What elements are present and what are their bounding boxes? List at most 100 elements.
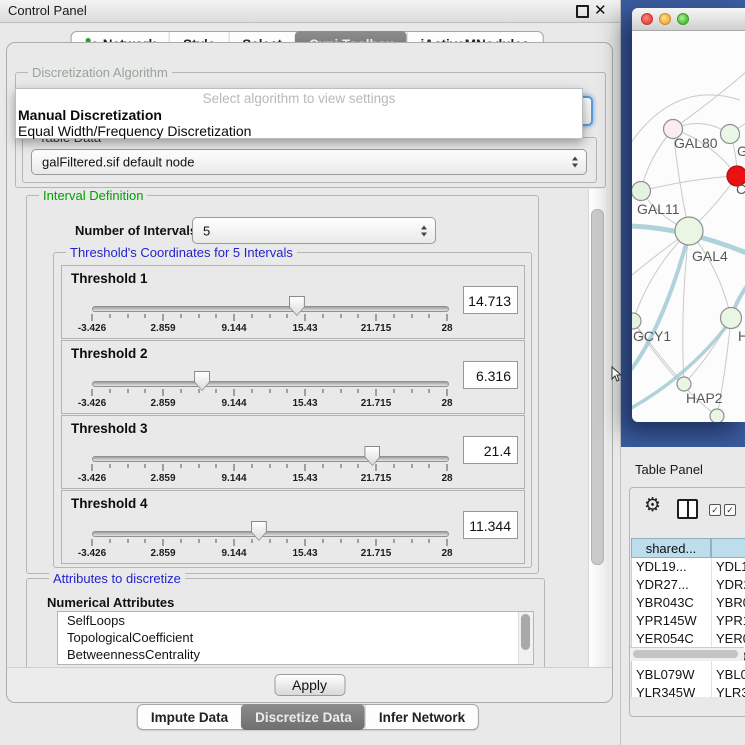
table-panel-box: ⚙ ✓ ✓ shared... n YDL19...YDL1YDR27...YD… (629, 487, 745, 717)
node-gcy1[interactable] (632, 313, 641, 329)
cyni-toolbox-panel: Discretization Algorithm Table Data galF… (6, 42, 613, 703)
tick-mark (163, 464, 164, 471)
algorithm-prompt-item[interactable]: Select algorithm to view settings (16, 91, 582, 106)
tick-label: 9.144 (221, 473, 246, 484)
slider-thumb[interactable] (364, 446, 380, 466)
slider-ticks (92, 314, 447, 322)
tick-label: -3.426 (78, 473, 106, 484)
table-row[interactable]: YLR345WYLR3 (632, 684, 745, 697)
node-label-gcy1: GCY1 (633, 328, 671, 344)
cell-name: YDL1 (716, 559, 745, 574)
slider-thumb[interactable] (251, 521, 267, 541)
tick-mark (234, 464, 235, 471)
table-row[interactable]: YDL19...YDL1 (632, 558, 745, 576)
zoom-traffic-light-icon[interactable] (677, 13, 689, 25)
gear-icon[interactable]: ⚙ (644, 494, 661, 517)
table-scrollbar-thumb[interactable] (633, 650, 738, 658)
cell-name: YER0 (716, 631, 745, 646)
interval-definition-group: Interval Definition Number of Intervals … (26, 195, 539, 574)
tick-label: 2.859 (150, 473, 175, 484)
threshold-value-field[interactable]: 6.316 (463, 361, 518, 389)
list-scrollbar[interactable] (518, 612, 533, 664)
node-g[interactable] (721, 125, 740, 144)
table-row[interactable]: YER054C YER0 (632, 630, 745, 648)
table-panel-section: Table Panel ⚙ ✓ ✓ shared... n YDL19...YD… (621, 447, 745, 745)
tick-mark (393, 539, 394, 543)
tick-label: 28 (441, 548, 452, 559)
node-h[interactable] (721, 308, 742, 329)
settings-scrollbar-thumb[interactable] (591, 209, 604, 565)
tab-infer-network[interactable]: Infer Network (365, 705, 478, 729)
tick-label: -3.426 (78, 398, 106, 409)
column-header-name[interactable]: n (711, 538, 745, 558)
list-item[interactable]: BetweennessCentrality (58, 646, 533, 663)
cell-shared-name: YPR145W (636, 613, 697, 628)
node-gal11[interactable] (632, 182, 651, 201)
settings-vertical-scrollbar[interactable] (588, 189, 606, 667)
tick-mark (411, 539, 412, 543)
tick-mark (411, 389, 412, 393)
cell-name: YBR0 (716, 595, 745, 610)
checkbox-icon[interactable]: ✓ (709, 504, 721, 516)
node-label-c: C (736, 181, 745, 197)
threshold-value-field[interactable]: 14.713 (463, 286, 518, 314)
table-row[interactable]: YBL079WYBL0 (632, 666, 745, 684)
tab-discretize-data[interactable]: Discretize Data (241, 704, 365, 730)
list-item[interactable]: SelfLoops (58, 612, 533, 629)
number-of-intervals-combo[interactable]: 5 (192, 217, 436, 244)
tick-mark (127, 464, 128, 468)
table-body: YDL19...YDL1YDR27...YDR2YBR043CYBR0YPR14… (631, 558, 745, 697)
tick-label: 2.859 (150, 323, 175, 334)
table-horizontal-scrollbar[interactable] (630, 647, 744, 661)
tick-mark (216, 389, 217, 393)
tick-mark (109, 389, 110, 393)
checkbox-icon[interactable]: ✓ (724, 504, 736, 516)
tab-impute-data[interactable]: Impute Data (138, 705, 241, 729)
tick-mark (127, 314, 128, 318)
column-header-shared-name[interactable]: shared... (631, 538, 711, 558)
tick-mark (322, 314, 323, 318)
list-item[interactable]: TopologicalCoefficient (58, 629, 533, 646)
threshold-value-field[interactable]: 11.344 (463, 511, 518, 539)
threshold-value-field[interactable]: 21.4 (463, 436, 518, 464)
column-layout-icon[interactable] (677, 499, 698, 519)
threshold-label: Threshold 2 (71, 346, 148, 361)
mouse-cursor (611, 366, 623, 382)
slider-tick-labels: -3.4262.8599.14415.4321.71528 (92, 323, 447, 335)
minimize-traffic-light-icon[interactable] (659, 13, 671, 25)
tick-mark (447, 389, 448, 396)
list-scrollbar-thumb[interactable] (521, 614, 530, 650)
node-partial[interactable] (710, 409, 724, 422)
tick-label: 21.715 (361, 473, 392, 484)
numerical-attributes-list[interactable]: SelfLoopsTopologicalCoefficientBetweenne… (57, 611, 534, 665)
table-row[interactable]: YBR043CYBR0 (632, 594, 745, 612)
table-data-combo[interactable]: galFiltered.sif default node (31, 149, 587, 175)
slider-thumb[interactable] (289, 296, 305, 316)
algorithm-item-manual[interactable]: Manual Discretization (18, 107, 580, 123)
cell-shared-name: YER054C (636, 631, 694, 646)
apply-button[interactable]: Apply (274, 674, 345, 696)
table-data-combo-value: galFiltered.sif default node (42, 155, 194, 170)
close-traffic-light-icon[interactable] (641, 13, 653, 25)
close-icon[interactable]: ✕ (594, 1, 607, 19)
tick-mark (198, 389, 199, 393)
node-gal4[interactable] (675, 217, 703, 245)
table-row[interactable]: YDR27...YDR2 (632, 576, 745, 594)
float-window-icon[interactable] (576, 5, 589, 18)
network-canvas[interactable]: GAL80GCGAL11GAL4GCY1HHAP2 (632, 30, 745, 422)
node-table: shared... n YDL19...YDL1YDR27...YDR2YBR0… (631, 538, 745, 710)
apply-band: Apply (7, 667, 612, 702)
algorithm-item-equal-width[interactable]: Equal Width/Frequency Discretization (18, 123, 580, 139)
tick-label: 21.715 (361, 323, 392, 334)
table-row[interactable]: YPR145WYPR1 (632, 612, 745, 630)
tick-mark (322, 464, 323, 468)
tick-mark (180, 314, 181, 318)
tick-label: 28 (441, 398, 452, 409)
tick-label: 2.859 (150, 398, 175, 409)
network-window-titlebar (632, 8, 745, 31)
slider-thumb[interactable] (194, 371, 210, 391)
slider-ticks (92, 464, 447, 472)
tick-mark (234, 389, 235, 396)
tab-label: Infer Network (379, 710, 465, 725)
node-hap2[interactable] (677, 377, 691, 391)
